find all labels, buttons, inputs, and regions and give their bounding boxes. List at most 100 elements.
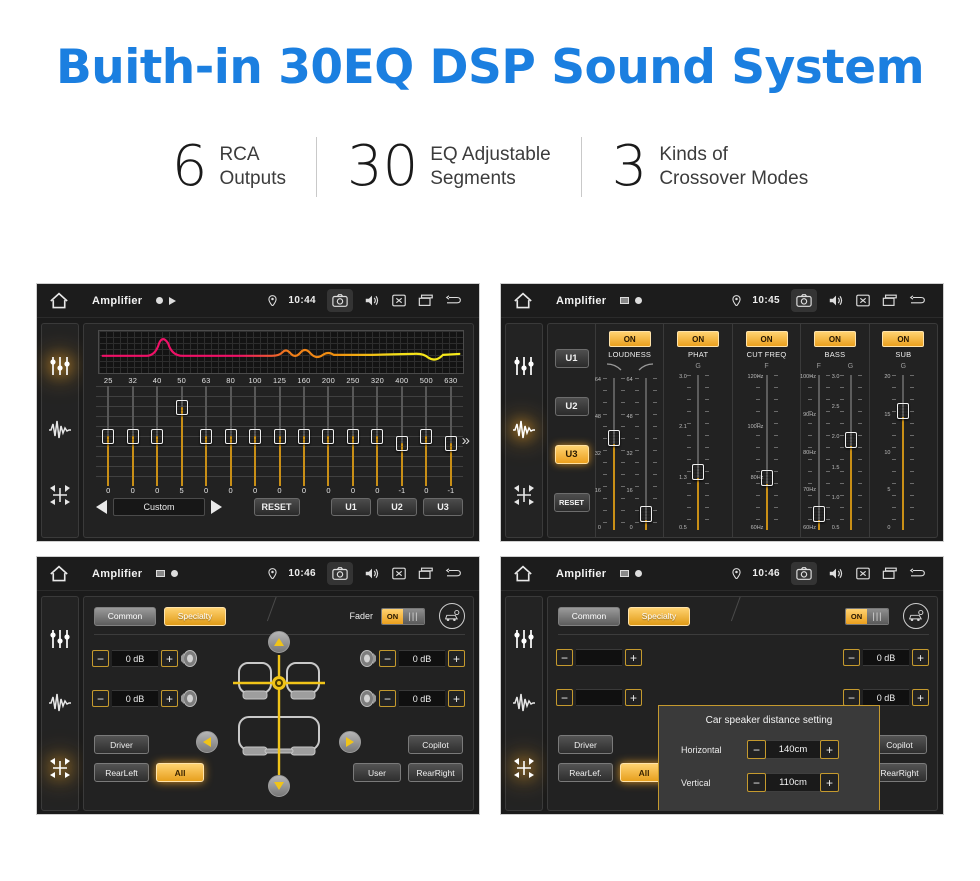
increase-button[interactable]: + — [161, 650, 178, 667]
preset-name-display[interactable]: Custom — [113, 498, 205, 516]
slider-knob[interactable] — [607, 430, 620, 447]
eq-band-80[interactable] — [218, 386, 243, 486]
equalizer-icon[interactable] — [48, 627, 72, 651]
preset-u1-button[interactable]: U1 — [554, 348, 589, 368]
waveform-icon[interactable] — [48, 418, 72, 442]
fader-toggle[interactable]: ON ||| — [845, 607, 889, 625]
dsp-slider[interactable]: 3.0 2.5 2.0 1.5 1.0 0.5 — [832, 372, 866, 533]
back-icon[interactable] — [909, 293, 931, 308]
eq-band-100[interactable] — [242, 386, 268, 486]
eq-band-320[interactable] — [365, 386, 390, 486]
increase-button[interactable]: + — [912, 649, 929, 666]
equalizer-icon[interactable] — [512, 627, 536, 651]
tab-specialty[interactable]: Specialty — [164, 606, 226, 626]
dsp-slider[interactable]: 20 15 10 5 0 — [884, 372, 918, 533]
eq-band-63[interactable] — [193, 386, 219, 486]
equalizer-icon[interactable] — [48, 354, 72, 378]
home-icon[interactable] — [49, 565, 69, 583]
nav-right-button[interactable] — [339, 731, 361, 753]
eq-band-40[interactable] — [144, 386, 170, 486]
volume-icon[interactable] — [364, 293, 380, 308]
preset-u2-button[interactable]: U2 — [377, 498, 417, 516]
position-rearleft-button[interactable]: RearLef. — [558, 763, 613, 782]
balance-fader-icon[interactable] — [48, 483, 72, 507]
nav-down-button[interactable] — [267, 775, 290, 797]
eq-slider-knob[interactable] — [322, 429, 335, 444]
balance-fader-icon[interactable] — [512, 483, 536, 507]
tab-common[interactable]: Common — [558, 606, 620, 626]
eq-slider-knob[interactable] — [444, 436, 457, 451]
decrease-button[interactable]: − — [92, 690, 109, 707]
increase-button[interactable]: + — [820, 773, 839, 792]
decrease-button[interactable]: − — [92, 650, 109, 667]
car-settings-button[interactable] — [903, 603, 929, 629]
more-bands-chevron-icon[interactable]: » — [462, 432, 470, 449]
screenshot-button[interactable] — [791, 289, 817, 312]
position-all-button[interactable]: All — [156, 763, 204, 782]
screenshot-button[interactable] — [327, 562, 353, 585]
increase-button[interactable]: + — [820, 740, 839, 759]
toggle-on-button[interactable]: ON — [882, 331, 925, 347]
increase-button[interactable]: + — [912, 689, 929, 706]
decrease-button[interactable]: − — [747, 740, 766, 759]
eq-band-200[interactable] — [316, 386, 341, 486]
eq-slider-bank[interactable] — [96, 386, 464, 486]
close-box-icon[interactable] — [855, 566, 871, 581]
car-seats-diagram[interactable] — [231, 655, 327, 775]
nav-up-button[interactable] — [267, 631, 290, 653]
back-icon[interactable] — [445, 293, 467, 308]
close-box-icon[interactable] — [391, 293, 407, 308]
eq-slider-knob[interactable] — [371, 429, 384, 444]
eq-slider-knob[interactable] — [200, 429, 213, 444]
balance-fader-icon[interactable] — [48, 756, 72, 780]
waveform-icon[interactable] — [512, 418, 536, 442]
eq-slider-knob[interactable] — [126, 429, 139, 444]
close-box-icon[interactable] — [855, 293, 871, 308]
volume-icon[interactable] — [364, 566, 380, 581]
eq-band-32[interactable] — [120, 386, 145, 486]
fader-toggle[interactable]: ON ||| — [381, 607, 425, 625]
eq-slider-knob[interactable] — [175, 400, 188, 415]
eq-band-630[interactable] — [438, 386, 464, 486]
increase-button[interactable]: + — [625, 689, 642, 706]
waveform-icon[interactable] — [512, 691, 536, 715]
decrease-button[interactable]: − — [843, 649, 860, 666]
screenshot-button[interactable] — [791, 562, 817, 585]
eq-slider-knob[interactable] — [395, 436, 408, 451]
slider-knob[interactable] — [692, 463, 705, 480]
eq-slider-knob[interactable] — [249, 429, 262, 444]
position-rearleft-button[interactable]: RearLeft — [94, 763, 149, 782]
screenshot-button[interactable] — [327, 289, 353, 312]
increase-button[interactable]: + — [448, 690, 465, 707]
decrease-button[interactable]: − — [747, 773, 766, 792]
position-copilot-button[interactable]: Copilot — [408, 735, 463, 754]
eq-band-25[interactable] — [96, 386, 121, 486]
volume-icon[interactable] — [828, 566, 844, 581]
toggle-on-button[interactable]: ON — [608, 331, 651, 347]
home-icon[interactable] — [49, 292, 69, 310]
eq-band-400[interactable] — [389, 386, 415, 486]
preset-u2-button[interactable]: U2 — [554, 396, 589, 416]
nav-left-button[interactable] — [196, 731, 218, 753]
decrease-button[interactable]: − — [379, 650, 396, 667]
back-icon[interactable] — [445, 566, 467, 581]
decrease-button[interactable]: − — [556, 649, 573, 666]
slider-knob[interactable] — [760, 470, 773, 487]
preset-u1-button[interactable]: U1 — [331, 498, 371, 516]
dsp-slider[interactable]: 3.0 2.1 1.3 0.5 — [679, 372, 713, 533]
increase-button[interactable]: + — [448, 650, 465, 667]
slider-knob[interactable] — [844, 431, 857, 448]
toggle-on-button[interactable]: ON — [813, 331, 856, 347]
dsp-slider[interactable]: 120Hz100Hz80Hz60Hz — [748, 372, 782, 533]
eq-band-50[interactable] — [169, 386, 194, 486]
slider-knob[interactable] — [639, 506, 652, 523]
home-icon[interactable] — [513, 292, 533, 310]
equalizer-icon[interactable] — [512, 354, 536, 378]
prev-preset-arrow-icon[interactable] — [96, 500, 107, 514]
position-user-button[interactable]: User — [353, 763, 401, 782]
slider-knob[interactable] — [813, 505, 826, 522]
eq-slider-knob[interactable] — [102, 429, 115, 444]
eq-slider-knob[interactable] — [297, 429, 310, 444]
recent-apps-icon[interactable] — [418, 566, 434, 581]
reset-button[interactable]: RESET — [253, 498, 300, 516]
